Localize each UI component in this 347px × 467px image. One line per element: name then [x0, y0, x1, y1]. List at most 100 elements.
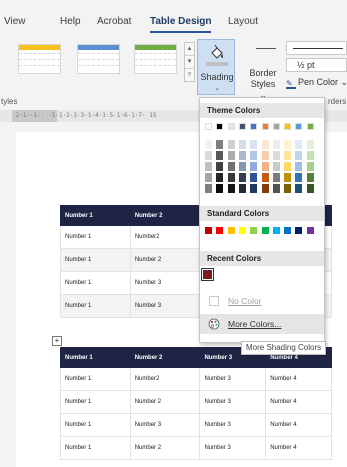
table-cell[interactable]: Number 1	[60, 436, 131, 460]
theme-color-swatch[interactable]	[205, 123, 212, 130]
standard-color-swatch[interactable]	[227, 227, 235, 234]
gallery-scroll-buttons[interactable]: ▴ ▾ ▿	[184, 42, 195, 82]
table-cell[interactable]: Number 3	[199, 436, 267, 460]
tab-table-design[interactable]: Table Design	[150, 16, 212, 28]
theme-shade-swatch[interactable]	[306, 162, 314, 171]
pen-weight-select[interactable]: ½ pt	[286, 58, 347, 72]
table-cell[interactable]: Number 4	[265, 367, 332, 391]
header-cell[interactable]: Number 2	[129, 347, 201, 368]
theme-shade-swatch[interactable]	[205, 140, 212, 149]
theme-shade-swatch[interactable]	[295, 173, 303, 182]
theme-shade-swatch[interactable]	[306, 184, 314, 193]
theme-shade-swatch[interactable]	[272, 140, 280, 149]
theme-shade-swatch[interactable]	[227, 184, 235, 193]
theme-shade-swatch[interactable]	[216, 173, 224, 182]
gallery-more-icon[interactable]: ▿	[185, 69, 194, 82]
theme-color-swatch[interactable]	[284, 123, 292, 130]
standard-color-swatch[interactable]	[250, 227, 258, 234]
table-style-green[interactable]	[134, 44, 177, 74]
pen-style-select[interactable]	[286, 41, 347, 55]
theme-shade-swatch[interactable]	[216, 140, 224, 149]
theme-shade-swatch[interactable]	[250, 140, 258, 149]
theme-shade-swatch[interactable]	[227, 173, 235, 182]
table-cell[interactable]: Number 4	[265, 436, 332, 460]
table-cell[interactable]: Number 1	[60, 225, 131, 249]
table-cell[interactable]: Number 2	[129, 248, 201, 272]
theme-shade-swatch[interactable]	[261, 162, 269, 171]
table-cell[interactable]: Number 1	[60, 413, 131, 437]
table-cell[interactable]: Number 2	[129, 390, 201, 414]
theme-color-swatch[interactable]	[238, 123, 246, 130]
tab-acrobat[interactable]: Acrobat	[97, 16, 131, 28]
table-move-handle-icon[interactable]: +	[52, 336, 62, 346]
theme-shade-swatch[interactable]	[261, 151, 269, 160]
theme-shade-swatch[interactable]	[205, 162, 212, 171]
tab-layout[interactable]: Layout	[228, 16, 258, 28]
theme-color-swatch[interactable]	[306, 123, 314, 130]
header-cell[interactable]: Number 1	[60, 205, 131, 226]
theme-shade-swatch[interactable]	[284, 184, 292, 193]
theme-shade-swatch[interactable]	[227, 162, 235, 171]
standard-color-swatch[interactable]	[238, 227, 246, 234]
theme-shade-swatch[interactable]	[238, 173, 246, 182]
table-cell[interactable]: Number 1	[60, 271, 131, 295]
standard-color-swatch[interactable]	[261, 227, 269, 234]
theme-shade-swatch[interactable]	[238, 184, 246, 193]
theme-color-swatch[interactable]	[261, 123, 269, 130]
standard-color-swatch[interactable]	[295, 227, 303, 234]
theme-shade-swatch[interactable]	[250, 162, 258, 171]
theme-shade-swatch[interactable]	[238, 151, 246, 160]
table-cell[interactable]: Number 1	[60, 294, 131, 318]
theme-shade-swatch[interactable]	[250, 184, 258, 193]
table-cell[interactable]: Number 3	[199, 367, 267, 391]
theme-shade-swatch[interactable]	[261, 173, 269, 182]
gallery-down-icon[interactable]: ▾	[185, 56, 194, 69]
theme-shade-swatch[interactable]	[261, 184, 269, 193]
table-cell[interactable]: Number 3	[199, 413, 267, 437]
theme-shade-swatch[interactable]	[306, 151, 314, 160]
theme-shade-swatch[interactable]	[295, 151, 303, 160]
theme-shade-swatch[interactable]	[272, 184, 280, 193]
recent-color-swatch[interactable]	[201, 268, 214, 281]
table-cell[interactable]: Number 4	[265, 390, 332, 414]
theme-shade-swatch[interactable]	[227, 140, 235, 149]
theme-shade-swatch[interactable]	[216, 184, 224, 193]
theme-color-swatch[interactable]	[272, 123, 280, 130]
table-cell[interactable]: Number 3	[199, 390, 267, 414]
theme-shade-swatch[interactable]	[227, 151, 235, 160]
theme-shade-swatch[interactable]	[261, 140, 269, 149]
pen-color-button[interactable]: ✎ Pen Color ⌄	[286, 77, 347, 89]
table-cell[interactable]: Number 1	[60, 248, 131, 272]
theme-shade-swatch[interactable]	[238, 162, 246, 171]
theme-shade-swatch[interactable]	[250, 151, 258, 160]
theme-shade-swatch[interactable]	[272, 173, 280, 182]
theme-shade-swatch[interactable]	[284, 151, 292, 160]
table-cell[interactable]: Number2	[129, 367, 201, 391]
theme-color-swatch[interactable]	[227, 123, 235, 130]
theme-shade-swatch[interactable]	[205, 184, 212, 193]
table-cell[interactable]: Number 3	[129, 413, 201, 437]
standard-color-swatch[interactable]	[306, 227, 314, 234]
table-cell[interactable]: Number 3	[129, 294, 201, 318]
theme-shade-swatch[interactable]	[250, 173, 258, 182]
table-cell[interactable]: Number2	[129, 225, 201, 249]
theme-shade-swatch[interactable]	[284, 140, 292, 149]
table-cell[interactable]: Number 4	[265, 413, 332, 437]
theme-shade-swatch[interactable]	[216, 151, 224, 160]
standard-color-swatch[interactable]	[272, 227, 280, 234]
theme-shade-swatch[interactable]	[295, 162, 303, 171]
theme-shade-swatch[interactable]	[205, 151, 212, 160]
table-style-yellow[interactable]	[18, 44, 61, 74]
header-cell[interactable]: Number 2	[129, 205, 201, 226]
theme-shade-swatch[interactable]	[272, 151, 280, 160]
theme-color-swatch[interactable]	[216, 123, 224, 130]
tab-help[interactable]: Help	[60, 16, 81, 28]
theme-shade-swatch[interactable]	[238, 140, 246, 149]
table-cell[interactable]: Number 1	[60, 390, 131, 414]
table-2[interactable]: Number 1 Number 2 Number 3 Number 4 Numb…	[60, 347, 332, 460]
theme-shade-swatch[interactable]	[205, 173, 212, 182]
theme-shade-swatch[interactable]	[216, 162, 224, 171]
shading-button[interactable]: Shading ⌄	[197, 39, 235, 95]
table-cell[interactable]: Number 2	[129, 436, 201, 460]
tab-view[interactable]: View	[4, 16, 26, 28]
